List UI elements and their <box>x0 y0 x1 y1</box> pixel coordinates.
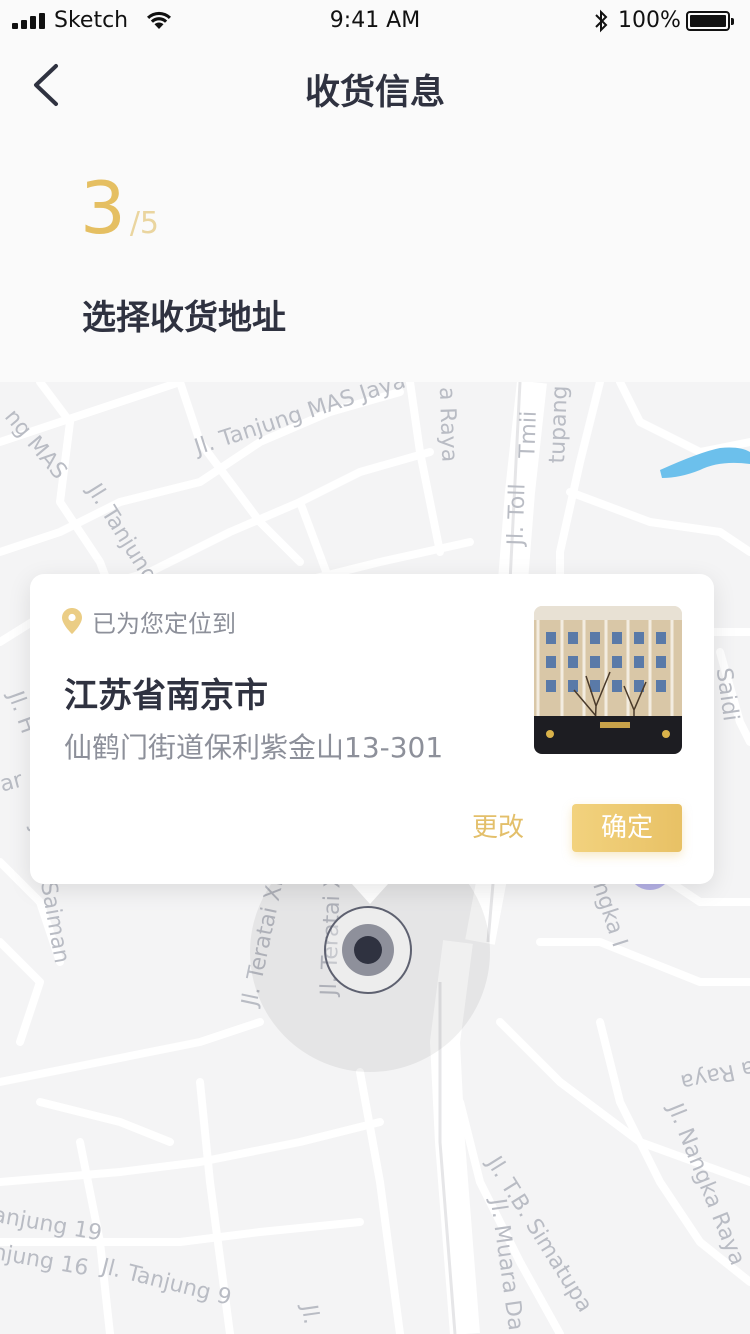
current-location-pin-icon[interactable] <box>324 906 412 994</box>
change-button[interactable]: 更改 <box>460 806 536 850</box>
location-pin-icon <box>62 608 82 634</box>
header-area: 收货信息 3/5 选择收货地址 <box>0 44 750 382</box>
location-photo <box>534 606 682 754</box>
card-pointer <box>352 884 388 904</box>
city-name: 江苏省南京市 <box>64 676 268 716</box>
step-title: 选择收货地址 <box>82 298 286 338</box>
battery-percentage: 100% <box>618 8 681 33</box>
location-card: 已为您定位到 江苏省南京市 仙鹤门街道保利紫金山13-301 更改 确定 <box>30 574 714 884</box>
street-label: Jl. Toll <box>503 483 531 546</box>
bluetooth-icon <box>595 9 608 33</box>
battery-icon <box>686 11 734 31</box>
street-label: a Raya <box>433 386 462 463</box>
located-label: 已为您定位到 <box>92 609 236 638</box>
street-label: Jl. <box>296 1303 324 1326</box>
located-row: 已为您定位到 <box>62 606 236 638</box>
confirm-button[interactable]: 确定 <box>572 804 682 852</box>
status-bar: Sketch 9:41 AM 100% <box>0 0 750 44</box>
address-detail: 仙鹤门街道保利紫金山13-301 <box>64 731 444 764</box>
step-indicator: 3/5 <box>80 172 159 244</box>
page-title: 收货信息 <box>304 73 445 113</box>
street-label: tupang <box>545 385 573 464</box>
step-current: 3 <box>80 166 126 250</box>
street-label: Tmii <box>515 410 542 459</box>
step-total: /5 <box>129 206 160 241</box>
